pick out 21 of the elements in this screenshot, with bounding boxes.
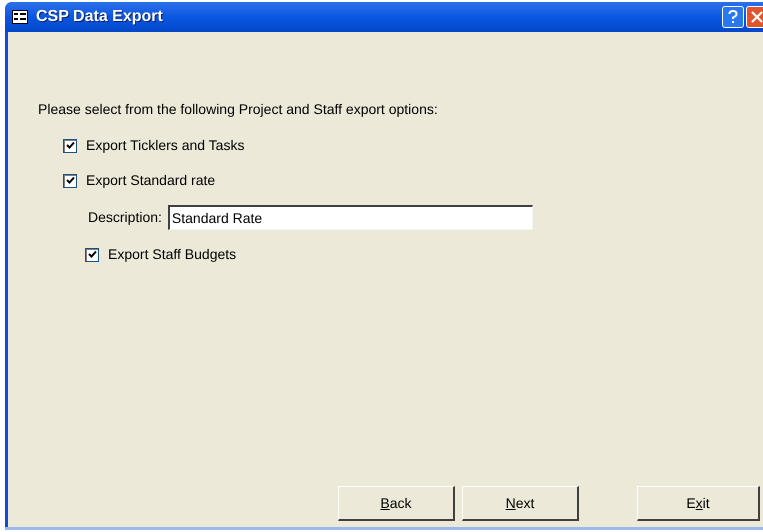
dialog-button[interactable]: Next <box>462 486 579 521</box>
dialog-button[interactable]: Exit <box>637 486 760 521</box>
checkbox[interactable] <box>63 138 77 152</box>
checkbox-label: Export Ticklers and Tasks <box>86 136 244 155</box>
close-button[interactable] <box>746 6 763 28</box>
description-field[interactable]: Standard Rate <box>168 205 533 230</box>
checkbox-label: Export Staff Budgets <box>108 245 236 264</box>
form-icon <box>12 10 28 24</box>
checkbox[interactable] <box>85 248 99 262</box>
help-button[interactable] <box>722 6 744 28</box>
question-icon <box>728 10 738 24</box>
window-title: CSP Data Export <box>36 7 163 27</box>
prompt-text: Please select from the following Project and Staff export options: <box>38 100 439 119</box>
checkbox[interactable] <box>63 174 77 188</box>
checkmark-icon <box>66 141 74 150</box>
checkbox-label: Export Standard rate <box>86 171 216 190</box>
description-label: Description: <box>88 208 162 227</box>
dialog-button[interactable]: Back <box>338 486 455 521</box>
close-icon <box>751 11 763 23</box>
checkmark-icon <box>66 176 74 185</box>
checkmark-icon <box>88 250 96 259</box>
